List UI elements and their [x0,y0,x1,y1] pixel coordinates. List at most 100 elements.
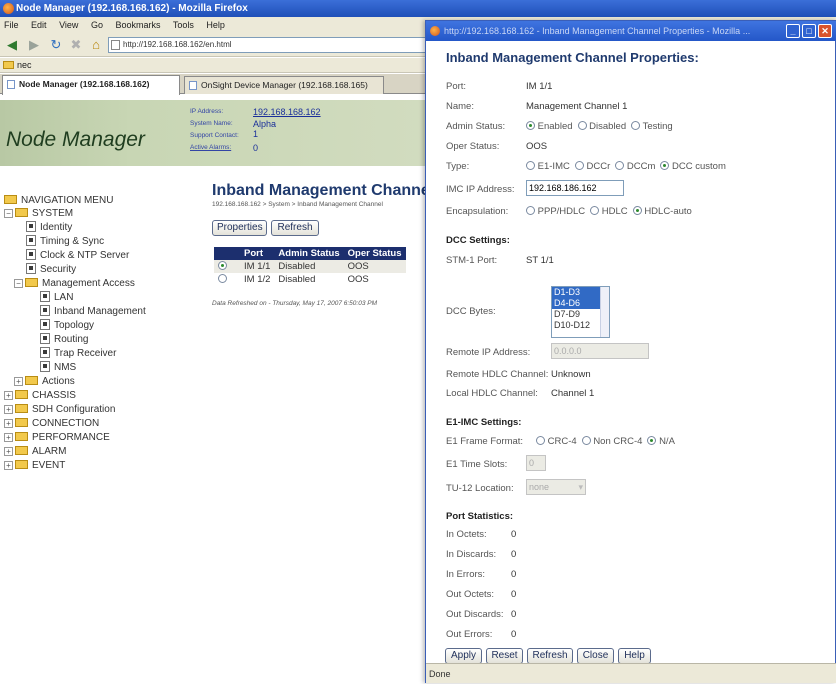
tree-system[interactable]: − SYSTEM [4,207,73,221]
menu-file[interactable]: File [4,20,19,30]
menu-view[interactable]: View [59,20,78,30]
navigation-tree: NAVIGATION MENU − SYSTEM Identity Timing … [0,176,200,506]
encap-ppp-hdlc-radio[interactable] [526,206,535,215]
maximize-icon[interactable]: □ [802,24,816,38]
tree-routing[interactable]: Routing [40,333,88,347]
e1-non-crc4-option[interactable]: Non CRC-4 [581,436,642,447]
reload-icon[interactable]: ↻ [46,36,66,54]
admin-enabled-option[interactable]: Enabled [526,121,573,132]
stop-icon[interactable]: ✖ [66,36,86,54]
e1-crc4-option[interactable]: CRC-4 [536,436,577,447]
expand-icon[interactable]: + [4,419,13,428]
encap-hdlc-radio[interactable] [590,206,600,215]
back-icon[interactable]: ◀ [2,36,22,54]
encap-hdlc-auto-option[interactable]: HDLC-auto [632,206,692,217]
type-dcc-custom-option[interactable]: DCC custom [660,161,726,172]
properties-button[interactable]: Properties [212,220,267,236]
stat-in-octets-label: In Octets: [446,529,487,540]
admin-testing-radio[interactable] [631,121,641,130]
e1-na-radio[interactable] [647,436,657,445]
remote-ip-input[interactable] [551,343,649,359]
tree-security[interactable]: Security [26,263,76,277]
admin-disabled-option[interactable]: Disabled [577,121,626,132]
imc-ip-input[interactable] [526,180,624,196]
encap-hdlc-auto-radio[interactable] [632,206,642,215]
type-e1imc-radio[interactable] [526,161,535,170]
collapse-icon[interactable]: − [4,209,13,218]
tree-trap-receiver[interactable]: Trap Receiver [40,347,116,361]
expand-icon[interactable]: + [14,377,23,386]
row-select-radio[interactable] [218,274,227,283]
tree-nms[interactable]: NMS [40,361,76,375]
refresh-button[interactable]: Refresh [271,220,319,236]
row-select-radio[interactable] [218,261,227,270]
e1-non-crc4-radio[interactable] [581,436,591,445]
expand-icon[interactable]: + [4,447,13,456]
tree-topology[interactable]: Topology [40,319,94,333]
encap-hdlc-option[interactable]: HDLC [590,206,628,217]
active-alarms-link[interactable]: Active Alarms: [190,144,250,151]
expand-icon[interactable]: + [4,405,13,414]
tree-alarm[interactable]: + ALARM [4,445,66,459]
apply-button[interactable]: Apply [445,648,482,664]
folder-icon [15,460,28,469]
admin-disabled-radio[interactable] [577,121,587,130]
e1-na-option[interactable]: N/A [647,436,675,447]
menu-edit[interactable]: Edit [31,20,47,30]
tree-sdh-configuration[interactable]: + SDH Configuration [4,403,115,417]
expand-icon[interactable]: + [4,391,13,400]
bookmark-folder-nec[interactable]: nec [17,60,32,70]
home-icon[interactable]: ⌂ [86,36,106,54]
type-dccm-option[interactable]: DCCm [615,161,655,172]
close-icon[interactable]: ✕ [818,24,832,38]
tree-clock-ntp[interactable]: Clock & NTP Server [26,249,129,263]
e1-crc4-radio[interactable] [536,436,545,445]
menu-bookmarks[interactable]: Bookmarks [115,20,160,30]
node-manager-header: Node Manager IP Address: 192.168.168.162… [0,100,440,166]
minimize-icon[interactable]: _ [786,24,800,38]
admin-status-cell: Disabled [278,274,316,285]
tree-lan[interactable]: LAN [40,291,73,305]
tree-timing-sync[interactable]: Timing & Sync [26,235,104,249]
clock-label: Clock & NTP Server [40,250,130,261]
admin-status-radio-group: Enabled Disabled Testing [526,121,678,132]
dcc-bytes-listbox[interactable]: D1-D3 D4-D6 D7-D9 D10-D12 [551,286,610,338]
collapse-icon[interactable]: − [14,279,23,288]
tree-chassis[interactable]: + CHASSIS [4,389,76,403]
menu-tools[interactable]: Tools [173,20,194,30]
encap-ppp-hdlc-option[interactable]: PPP/HDLC [526,206,585,217]
tu12-location-select[interactable]: none ▾ [526,479,586,495]
page-icon [26,249,36,260]
close-button[interactable]: Close [577,648,614,664]
expand-icon[interactable]: + [4,461,13,470]
forward-icon[interactable]: ▶ [24,36,44,54]
admin-testing-option[interactable]: Testing [631,121,673,132]
ip-address-link[interactable]: 192.168.168.162 [253,107,321,117]
tree-identity[interactable]: Identity [26,221,72,235]
tab-node-manager[interactable]: Node Manager (192.168.168.162) [2,75,180,95]
type-dccr-radio[interactable] [574,161,584,170]
type-dccr-option[interactable]: DCCr [574,161,610,172]
menu-help[interactable]: Help [206,20,225,30]
tab-onsight-device-manager[interactable]: OnSight Device Manager (192.168.168.165) [184,76,384,94]
tree-connection[interactable]: + CONNECTION [4,417,99,431]
tree-event[interactable]: + EVENT [4,459,65,473]
tree-actions[interactable]: + Actions [14,375,75,389]
type-e1imc-option[interactable]: E1-IMC [526,161,570,172]
dcc-listbox-scrollbar[interactable] [600,287,609,337]
table-row[interactable]: IM 1/1 Disabled OOS [214,260,406,273]
type-dcc-custom-radio[interactable] [660,161,670,170]
help-button[interactable]: Help [618,648,651,664]
admin-enabled-radio[interactable] [526,121,535,130]
tree-inband-management[interactable]: Inband Management [40,305,146,319]
tree-management-access[interactable]: − Management Access [14,277,135,291]
menu-go[interactable]: Go [91,20,103,30]
refresh-popup-button[interactable]: Refresh [527,648,573,664]
reset-button[interactable]: Reset [486,648,523,664]
expand-icon[interactable]: + [4,433,13,442]
tree-performance[interactable]: + PERFORMANCE [4,431,110,445]
table-row[interactable]: IM 1/2 Disabled OOS [214,273,406,286]
url-input[interactable]: http://192.168.168.162/en.html [108,37,428,53]
e1-time-slots-input[interactable] [526,455,546,471]
type-dccm-radio[interactable] [615,161,625,170]
